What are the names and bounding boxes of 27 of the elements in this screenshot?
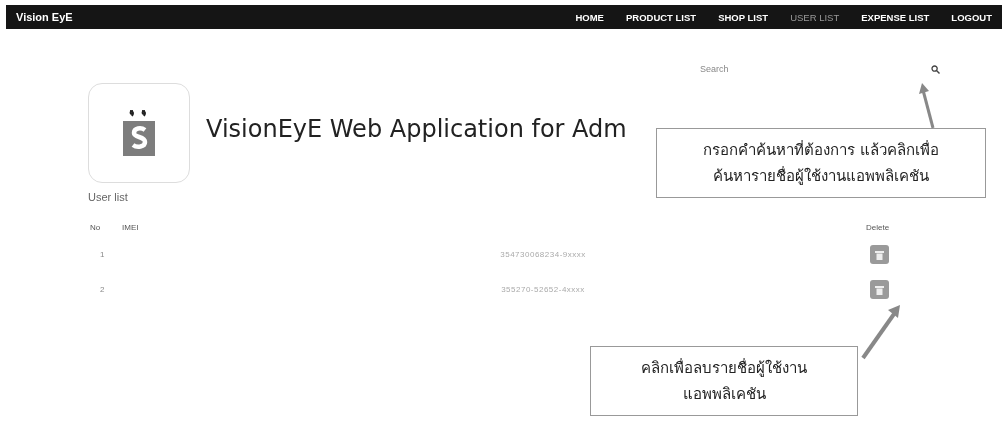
search-icon[interactable]: [931, 64, 940, 74]
page-title: VisionEyE Web Application for Adm: [206, 115, 627, 143]
callout-text: กรอกคำค้นหาที่ต้องการ แล้วคลิกเพื่อ: [702, 139, 940, 161]
delete-button[interactable]: [870, 245, 889, 264]
callout-text: ค้นหารายชื่อผู้ใช้งานแอพพลิเคชัน: [712, 165, 930, 187]
brand-title[interactable]: Vision EyE: [16, 11, 73, 23]
nav-link[interactable]: HOME: [575, 11, 604, 23]
section-title: User list: [88, 191, 128, 203]
callout-text: แอพพลิเคชัน: [681, 384, 767, 405]
delete-button[interactable]: [870, 280, 889, 299]
table-cell-text: 1: [99, 250, 106, 259]
table-cell: 354730068234-9xxxx: [500, 250, 586, 259]
arrow: [860, 304, 902, 360]
table-cell-text: 2: [99, 285, 106, 294]
trash-icon: [875, 249, 884, 260]
column-header: Delete: [865, 222, 891, 232]
nav-link[interactable]: USER LIST: [790, 11, 840, 23]
shopping-bag-icon: [122, 109, 156, 157]
trash-icon: [875, 284, 884, 295]
column-header: IMEI: [122, 222, 140, 232]
nav-link[interactable]: EXPENSE LIST: [861, 11, 930, 23]
nav-link[interactable]: LOGOUT: [951, 11, 992, 23]
table-cell: 355270-52652-4xxxx: [501, 285, 585, 294]
column-header: No: [89, 222, 102, 232]
callout-text: คลิกเพื่อลบรายชื่อผู้ใช้งาน: [640, 357, 808, 379]
nav-link[interactable]: PRODUCT LIST: [625, 11, 697, 23]
nav-link[interactable]: SHOP LIST: [718, 11, 769, 23]
